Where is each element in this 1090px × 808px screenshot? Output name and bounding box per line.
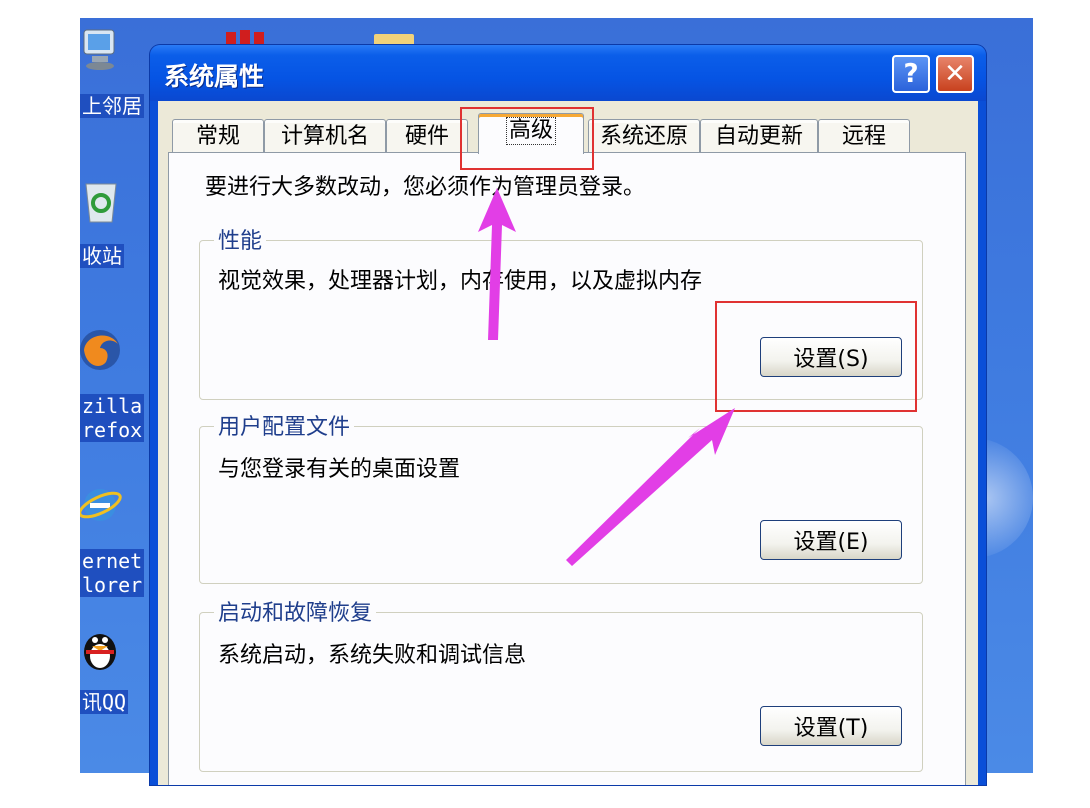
tab-advanced[interactable]: 高级	[478, 113, 584, 154]
tab-advanced-label: 高级	[505, 117, 556, 145]
arrow-diagonal-icon	[566, 408, 735, 566]
arrow-up-icon	[478, 188, 516, 340]
